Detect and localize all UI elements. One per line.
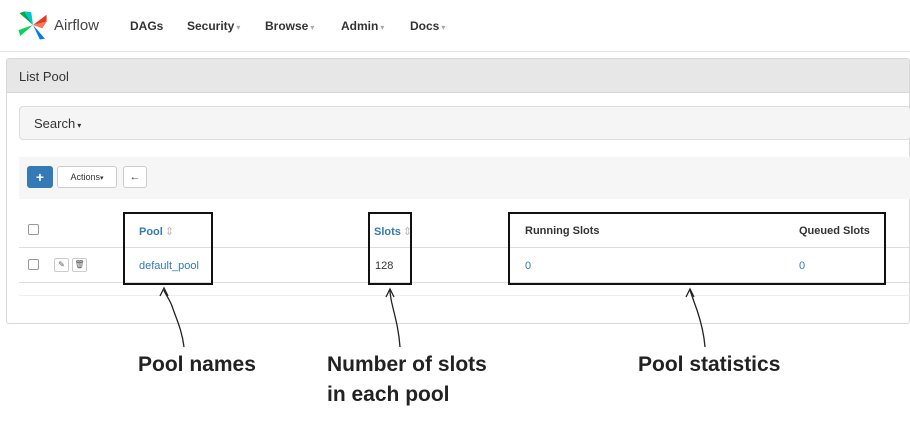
callout-slots-line2: in each pool: [327, 383, 450, 406]
callout-slots-line1: Number of slots: [327, 353, 487, 376]
callout-pool-statistics: Pool statistics: [638, 353, 781, 376]
callout-slots: Number of slots in each pool: [327, 350, 487, 410]
callout-pool-names: Pool names: [138, 353, 256, 376]
